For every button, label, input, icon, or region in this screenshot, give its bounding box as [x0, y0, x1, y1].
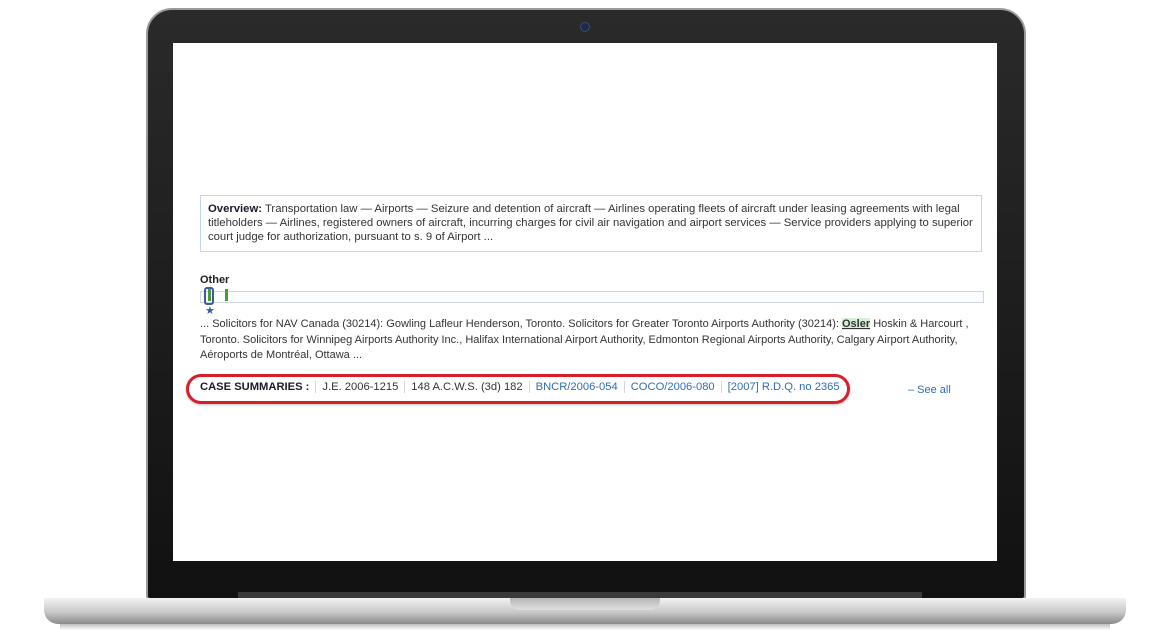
laptop-shadow: [60, 624, 1110, 630]
other-section-label: Other: [200, 274, 230, 286]
overview-box: Overview: Transportation law — Airports …: [200, 195, 982, 252]
camera-icon: [580, 22, 590, 32]
overview-label: Overview:: [208, 203, 263, 215]
hit-marker-1[interactable]: [208, 289, 211, 301]
screen: Overview: Transportation law — Airports …: [173, 43, 997, 561]
hit-marker-2[interactable]: [225, 289, 228, 301]
hit-distribution-bar[interactable]: [200, 291, 984, 303]
search-snippet: ... Solicitors for NAV Canada (30214): G…: [200, 317, 990, 364]
snippet-text-before: ... Solicitors for NAV Canada (30214): G…: [200, 318, 842, 330]
overview-text: Transportation law — Airports — Seizure …: [208, 203, 973, 243]
laptop-notch: [510, 598, 660, 610]
star-icon: ★: [205, 305, 215, 317]
annotation-highlight-oval: [186, 374, 850, 404]
see-all-link[interactable]: – See all: [908, 384, 951, 396]
snippet-highlight: Osler: [842, 318, 871, 330]
